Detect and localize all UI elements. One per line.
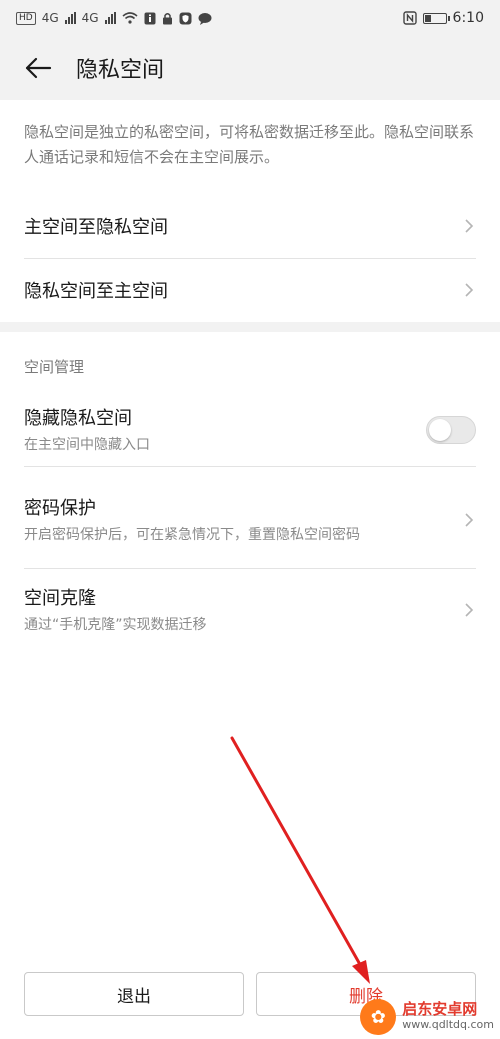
chevron-right-icon — [465, 603, 474, 617]
hide-space-row[interactable]: 隐藏隐私空间 在主空间中隐藏入口 — [0, 394, 500, 466]
hide-space-toggle[interactable] — [426, 416, 476, 444]
shield-icon — [179, 12, 192, 24]
battery-icon — [422, 12, 450, 24]
private-to-main-row[interactable]: 隐私空间至主空间 — [0, 258, 500, 322]
status-left: HD 4G 4G — [16, 11, 212, 25]
section-header: 空间管理 — [24, 358, 85, 376]
watermark-title: 启东安卓网 — [402, 1000, 478, 1018]
section-separator — [0, 322, 500, 332]
back-arrow-icon — [25, 57, 52, 79]
hd-badge: HD — [16, 11, 36, 25]
back-button[interactable] — [0, 36, 76, 100]
lock-icon — [162, 12, 172, 24]
watermark: ✿ 启东安卓网 www.qdltdq.com — [360, 999, 494, 1035]
row-label: 主空间至隐私空间 — [24, 217, 168, 238]
main-to-private-row[interactable]: 主空间至隐私空间 — [0, 194, 500, 258]
exit-button[interactable]: 退出 — [24, 972, 244, 1016]
watermark-url: www.qdltdq.com — [402, 1018, 494, 1031]
chevron-right-icon — [465, 513, 474, 527]
network-type-label-2: 4G — [81, 11, 99, 25]
signal-icon — [64, 12, 76, 24]
message-icon — [198, 12, 212, 25]
row-label: 空间克隆 — [24, 588, 96, 609]
row-label: 隐藏隐私空间 — [24, 408, 132, 429]
signal-icon-2 — [104, 12, 116, 24]
network-type-label: 4G — [41, 11, 59, 25]
divider — [24, 466, 476, 467]
chevron-right-icon — [465, 219, 474, 233]
toggle-knob — [429, 419, 451, 441]
nfc-icon — [402, 11, 417, 25]
space-clone-row[interactable]: 空间克隆 通过“手机克隆”实现数据迁移 — [0, 574, 500, 646]
row-subtitle: 在主空间中隐藏入口 — [24, 437, 150, 453]
row-subtitle: 开启密码保护后，可在紧急情况下，重置隐私空间密码 — [24, 527, 360, 543]
description-text: 隐私空间是独立的私密空间，可将私密数据迁移至此。隐私空间联系人通话记录和短信不会… — [24, 123, 475, 166]
divider — [24, 568, 476, 569]
password-protection-row[interactable]: 密码保护 开启密码保护后，可在紧急情况下，重置隐私空间密码 — [0, 472, 500, 568]
info-icon — [144, 12, 156, 24]
status-time: 6:10 — [452, 10, 484, 26]
status-bar: HD 4G 4G 6:10 — [0, 0, 500, 36]
row-subtitle: 通过“手机克隆”实现数据迁移 — [24, 617, 207, 633]
page-title: 隐私空间 — [76, 58, 165, 83]
row-label: 密码保护 — [24, 498, 96, 519]
wifi-icon — [122, 12, 138, 24]
chevron-right-icon — [465, 283, 474, 297]
watermark-logo-icon: ✿ — [360, 999, 397, 1035]
app-bar: 隐私空间 — [0, 36, 500, 100]
row-label: 隐私空间至主空间 — [24, 281, 168, 302]
status-right: 6:10 — [402, 10, 484, 26]
